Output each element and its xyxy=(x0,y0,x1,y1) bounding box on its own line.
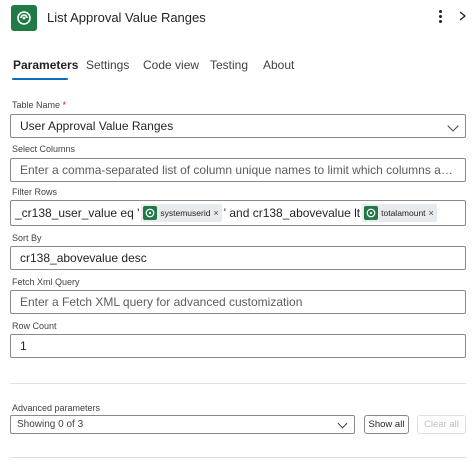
section-divider xyxy=(10,383,466,384)
chevron-down-icon xyxy=(447,120,459,132)
tab-testing[interactable]: Testing xyxy=(210,58,248,72)
tab-settings[interactable]: Settings xyxy=(86,58,129,72)
dataverse-icon xyxy=(364,206,379,220)
filter-rows-input[interactable]: _cr138_user_value eq ' systemuserid × ' … xyxy=(10,200,466,226)
advanced-parameters-label: Advanced parameters xyxy=(12,403,101,413)
fetch-xml-label: Fetch Xml Query xyxy=(12,277,80,287)
dataverse-icon xyxy=(11,5,37,31)
row-count-label: Row Count xyxy=(12,321,57,331)
remove-token-icon[interactable]: × xyxy=(213,208,218,218)
sort-by-input[interactable]: cr138_abovevalue desc xyxy=(10,246,466,270)
fetch-xml-input[interactable]: Enter a Fetch XML query for advanced cus… xyxy=(10,290,466,314)
action-title[interactable]: List Approval Value Ranges xyxy=(47,10,206,25)
row-count-input[interactable]: 1 xyxy=(10,334,466,358)
dynamic-token-totalamount[interactable]: totalamount × xyxy=(362,204,437,222)
show-all-button[interactable]: Show all xyxy=(364,415,409,434)
select-columns-input[interactable]: Enter a comma-separated list of column u… xyxy=(10,158,466,182)
tab-bar: Parameters Settings Code view Testing Ab… xyxy=(0,54,474,80)
dataverse-icon xyxy=(143,206,158,220)
clear-all-button[interactable]: Clear all xyxy=(417,415,466,434)
select-columns-label: Select Columns xyxy=(12,144,76,154)
sort-by-label: Sort By xyxy=(12,233,42,243)
active-tab-indicator xyxy=(12,78,68,80)
chevron-right-icon[interactable] xyxy=(455,9,471,25)
bottom-divider xyxy=(10,457,466,458)
tab-code-view[interactable]: Code view xyxy=(143,58,199,72)
table-name-label: Table Name * xyxy=(12,100,67,110)
more-vertical-icon[interactable] xyxy=(435,8,445,26)
tab-parameters[interactable]: Parameters xyxy=(13,58,78,72)
filter-rows-label: Filter Rows xyxy=(12,187,58,197)
remove-token-icon[interactable]: × xyxy=(429,208,434,218)
table-name-dropdown[interactable]: User Approval Value Ranges xyxy=(10,114,466,138)
advanced-parameters-dropdown[interactable]: Showing 0 of 3 xyxy=(10,415,355,434)
tab-about[interactable]: About xyxy=(263,58,294,72)
filter-text-part2: ' and cr138_abovevalue lt xyxy=(223,206,361,220)
dynamic-token-systemuserid[interactable]: systemuserid × xyxy=(141,204,222,222)
chevron-down-icon xyxy=(337,418,348,429)
action-header: List Approval Value Ranges xyxy=(0,0,474,36)
filter-text-part1: _cr138_user_value eq ' xyxy=(15,206,140,220)
